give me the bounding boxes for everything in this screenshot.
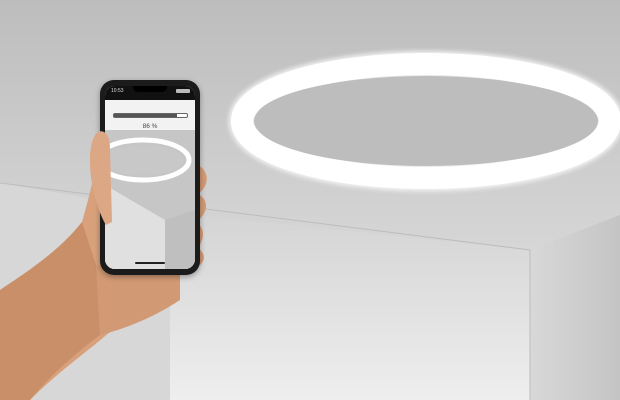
battery-icon: [176, 89, 190, 93]
progress-fill: [114, 114, 177, 117]
home-indicator[interactable]: [135, 262, 165, 264]
phone-screen[interactable]: 86 % 10:53: [105, 86, 195, 269]
smartphone[interactable]: 86 % 10:53: [100, 80, 200, 275]
status-bar: 10:53: [105, 86, 195, 100]
progress-percent-label: 86 %: [142, 123, 158, 130]
status-time: 10:53: [111, 88, 124, 94]
app-view: 86 %: [105, 100, 195, 269]
camera-notch: [133, 86, 167, 92]
room-scene: 86 % 10:53: [0, 0, 620, 400]
progress-bar: [113, 113, 188, 118]
hand: [0, 127, 207, 400]
